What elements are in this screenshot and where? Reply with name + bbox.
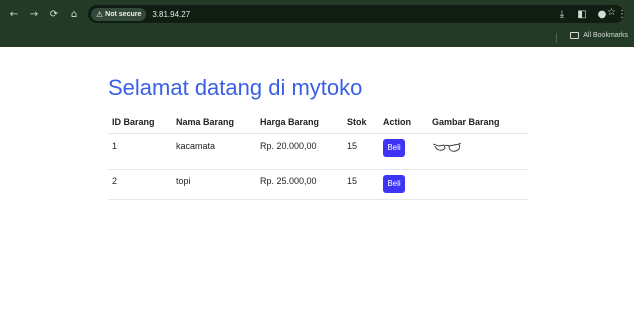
- cell-image: [432, 168, 528, 200]
- security-chip[interactable]: ⚠ Not secure: [91, 7, 147, 21]
- browser-toolbar: ← → ⟳ ⌂ ⚠ Not secure 3.81.94.27 ☆: [0, 0, 634, 29]
- cell-name: topi: [176, 168, 260, 200]
- column-header-stock: Stok: [347, 117, 367, 128]
- all-bookmarks-button[interactable]: All Bookmarks: [570, 32, 628, 39]
- warning-icon: ⚠: [96, 9, 104, 19]
- cell-action: Beli: [383, 168, 432, 200]
- all-bookmarks-label: All Bookmarks: [583, 32, 628, 39]
- cell-id: 1: [108, 132, 176, 169]
- menu-kebab-icon[interactable]: ⋮: [614, 7, 630, 23]
- column-header-id: ID Barang: [112, 117, 155, 128]
- cell-id: 2: [108, 168, 176, 200]
- product-table: ID Barang Nama Barang Harga Barang Stok …: [108, 112, 528, 200]
- forward-arrow-icon[interactable]: →: [26, 7, 42, 23]
- security-label: Not secure: [105, 10, 142, 18]
- bookmarks-bar: All Bookmarks: [0, 29, 634, 47]
- cell-stock: 15: [347, 168, 383, 200]
- beli-button[interactable]: Beli: [383, 138, 405, 157]
- cell-action: Beli: [383, 132, 432, 169]
- table-header-row: ID Barang Nama Barang Harga Barang Stok …: [108, 112, 528, 133]
- column-header-image: Gambar Barang: [432, 117, 500, 128]
- cell-price: Rp. 20.000,00: [260, 132, 347, 169]
- profile-icon[interactable]: ●: [594, 7, 610, 23]
- reload-icon[interactable]: ⟳: [46, 7, 62, 23]
- column-header-price: Harga Barang: [260, 117, 320, 128]
- cell-stock: 15: [347, 132, 383, 169]
- page-title: Selamat datang di mytoko: [108, 75, 363, 100]
- url-text[interactable]: 3.81.94.27: [152, 10, 190, 19]
- column-header-name: Nama Barang: [176, 117, 235, 128]
- cell-image: [432, 132, 528, 169]
- beli-button[interactable]: Beli: [383, 174, 405, 193]
- folder-icon: [570, 32, 580, 39]
- download-icon[interactable]: ⤓: [554, 7, 570, 23]
- bookmarks-divider: [556, 33, 557, 43]
- side-panel-icon[interactable]: ◧: [574, 7, 590, 23]
- table-row: 2 topi Rp. 25.000,00 15 Beli: [108, 168, 528, 200]
- cell-name: kacamata: [176, 132, 260, 169]
- toolbar-actions: ⤓ ◧ ● ⋮: [554, 0, 634, 29]
- cell-price: Rp. 25.000,00: [260, 168, 347, 200]
- column-header-action: Action: [383, 117, 411, 128]
- back-arrow-icon[interactable]: ←: [6, 7, 22, 23]
- table-row: 1 kacamata Rp. 20.000,00 15 Beli: [108, 132, 528, 169]
- glasses-icon: [432, 142, 462, 152]
- address-bar[interactable]: ⚠ Not secure 3.81.94.27 ☆: [88, 5, 624, 23]
- home-icon[interactable]: ⌂: [66, 7, 82, 23]
